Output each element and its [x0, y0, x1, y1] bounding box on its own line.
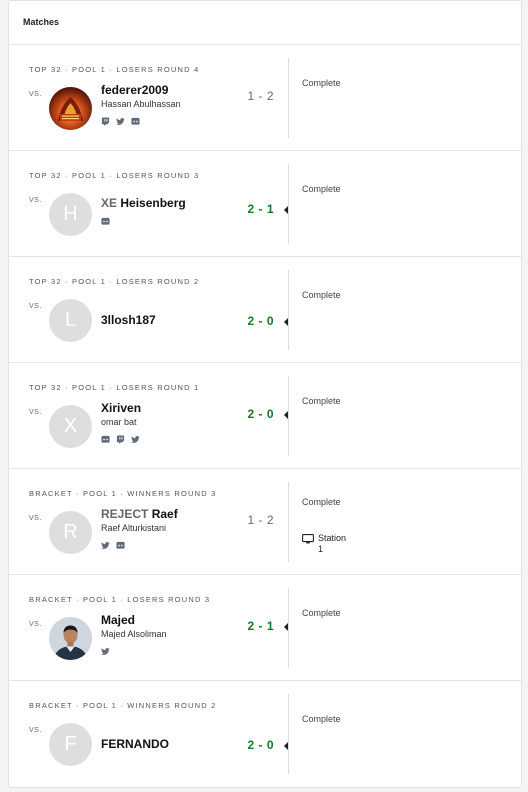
match-phase: BRACKET · POOL 1 · LOSERS ROUND 3 — [29, 595, 211, 604]
match-score: 1 - 2 — [247, 513, 274, 527]
column-divider — [288, 58, 289, 138]
matches-card: Matches TOP 32 · POOL 1 · LOSERS ROUND 4… — [8, 0, 522, 788]
opponent-avatar[interactable]: R — [49, 511, 92, 554]
match-score: 2 - 0 — [247, 738, 274, 752]
opponent-avatar[interactable]: F — [49, 723, 92, 766]
discord-icon[interactable] — [101, 213, 110, 225]
discord-icon[interactable] — [101, 431, 110, 443]
match-phase: TOP 32 · POOL 1 · LOSERS ROUND 1 — [29, 383, 200, 392]
gamertag-text: Majed — [101, 613, 136, 627]
opponent-real-name: Raef Alturkistani — [101, 523, 167, 533]
match-list: TOP 32 · POOL 1 · LOSERS ROUND 4 VS. feder… — [9, 45, 521, 786]
match-score: 2 - 0 — [247, 407, 274, 421]
opponent-avatar[interactable] — [49, 617, 92, 660]
social-links — [101, 431, 140, 444]
match-row[interactable]: BRACKET · POOL 1 · WINNERS ROUND 3 VS. R RE… — [9, 469, 521, 575]
opponent-gamertag[interactable]: federer2009 — [101, 83, 168, 97]
twitch-icon[interactable] — [116, 431, 125, 444]
gamertag-text: 3llosh187 — [101, 313, 156, 327]
twitch-icon[interactable] — [101, 113, 110, 126]
match-row[interactable]: TOP 32 · POOL 1 · LOSERS ROUND 3 VS. H XE H… — [9, 151, 521, 257]
match-phase: TOP 32 · POOL 1 · LOSERS ROUND 2 — [29, 277, 200, 286]
social-links — [101, 537, 125, 549]
column-divider — [288, 482, 289, 562]
column-divider — [288, 164, 289, 244]
vs-label: VS. — [29, 91, 42, 98]
gamertag-text: federer2009 — [101, 83, 169, 97]
match-row[interactable]: TOP 32 · POOL 1 · LOSERS ROUND 4 VS. feder… — [9, 45, 521, 151]
match-status: Complete — [302, 608, 341, 618]
vs-label: VS. — [29, 409, 42, 416]
social-links — [101, 643, 110, 655]
gamertag-text: Xiriven — [101, 401, 142, 415]
card-header: Matches — [9, 1, 521, 45]
column-divider — [288, 588, 289, 668]
matches-title: Matches — [23, 17, 60, 27]
station-info: Station 1 — [302, 533, 346, 555]
opponent-real-name: Hassan Abulhassan — [101, 99, 181, 109]
vs-label: VS. — [29, 197, 42, 204]
vs-label: VS. — [29, 727, 42, 734]
match-row[interactable]: BRACKET · POOL 1 · LOSERS ROUND 3 VS. Maje… — [9, 575, 521, 681]
gamertag-text: FERNANDO — [101, 737, 169, 751]
twitter-icon[interactable] — [131, 431, 140, 443]
match-status: Complete — [302, 497, 341, 507]
opponent-avatar[interactable]: H — [49, 193, 92, 236]
match-row[interactable]: TOP 32 · POOL 1 · LOSERS ROUND 1 VS. X Xiri… — [9, 363, 521, 469]
match-status: Complete — [302, 184, 341, 194]
gamertag-text: Raef — [151, 507, 178, 521]
column-divider — [288, 694, 289, 774]
opponent-gamertag[interactable]: Majed — [101, 613, 135, 627]
match-status: Complete — [302, 714, 341, 724]
sponsor-prefix: XE — [101, 196, 118, 210]
social-links — [101, 113, 140, 126]
vs-label: VS. — [29, 621, 42, 628]
opponent-avatar[interactable]: L — [49, 299, 92, 342]
match-row[interactable]: BRACKET · POOL 1 · WINNERS ROUND 2 VS. F FE… — [9, 681, 521, 786]
vs-label: VS. — [29, 303, 42, 310]
social-links — [101, 213, 110, 225]
match-status: Complete — [302, 290, 341, 300]
monitor-icon — [302, 533, 314, 555]
column-divider — [288, 270, 289, 350]
match-score: 2 - 0 — [247, 314, 274, 328]
twitter-icon[interactable] — [116, 113, 125, 125]
station-label: Station 1 — [318, 533, 347, 554]
match-status: Complete — [302, 396, 341, 406]
sponsor-prefix: REJECT — [101, 507, 149, 521]
match-score: 1 - 2 — [247, 89, 274, 103]
match-row[interactable]: TOP 32 · POOL 1 · LOSERS ROUND 2 VS. L 3llo… — [9, 257, 521, 363]
discord-icon[interactable] — [116, 537, 125, 549]
match-phase: BRACKET · POOL 1 · WINNERS ROUND 3 — [29, 489, 217, 498]
match-score: 2 - 1 — [247, 619, 274, 633]
match-phase: TOP 32 · POOL 1 · LOSERS ROUND 4 — [29, 65, 200, 74]
match-status: Complete — [302, 78, 341, 88]
vs-label: VS. — [29, 515, 42, 522]
opponent-avatar[interactable]: X — [49, 405, 92, 448]
match-phase: TOP 32 · POOL 1 · LOSERS ROUND 3 — [29, 171, 200, 180]
match-phase: BRACKET · POOL 1 · WINNERS ROUND 2 — [29, 701, 217, 710]
opponent-real-name: Majed Alsoliman — [101, 629, 167, 639]
twitter-icon[interactable] — [101, 537, 110, 549]
opponent-gamertag[interactable]: 3llosh187 — [101, 313, 156, 327]
opponent-gamertag[interactable]: Xiriven — [101, 401, 141, 415]
opponent-gamertag[interactable]: REJECT Raef — [101, 507, 178, 521]
twitter-icon[interactable] — [101, 643, 110, 655]
opponent-gamertag[interactable]: XE Heisenberg — [101, 196, 186, 210]
column-divider — [288, 376, 289, 456]
discord-icon[interactable] — [131, 113, 140, 125]
opponent-avatar[interactable] — [49, 87, 92, 130]
opponent-gamertag[interactable]: FERNANDO — [101, 737, 169, 751]
opponent-real-name: omar bat — [101, 417, 137, 427]
gamertag-text: Heisenberg — [120, 196, 186, 210]
match-score: 2 - 1 — [247, 202, 274, 216]
